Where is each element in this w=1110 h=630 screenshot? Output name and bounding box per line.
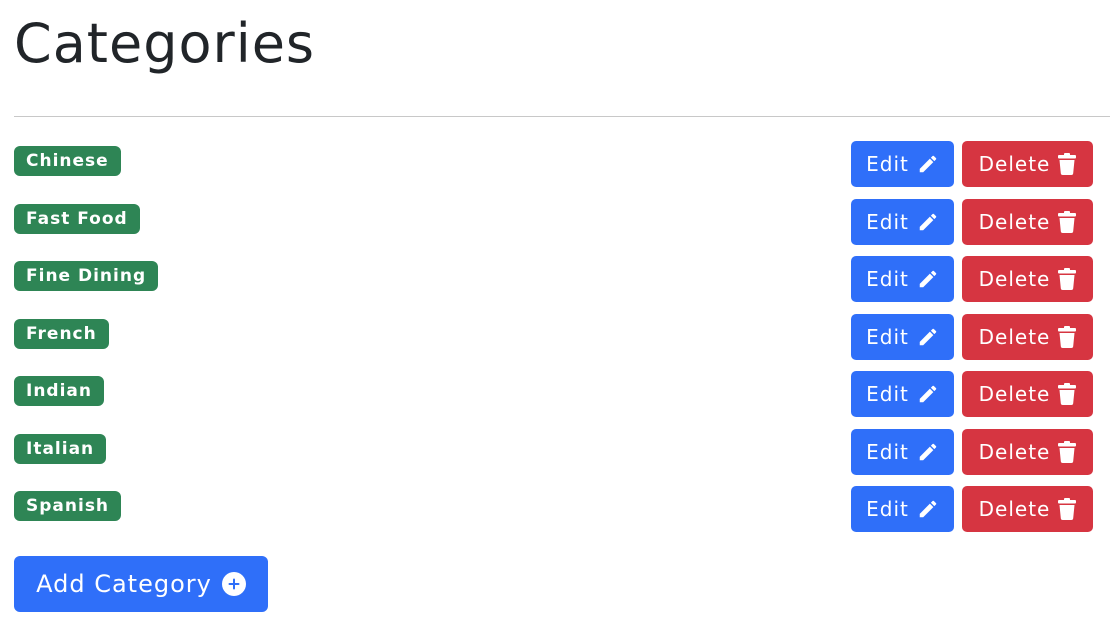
pencil-icon xyxy=(917,268,939,290)
delete-button-label: Delete xyxy=(978,497,1051,521)
row-actions: Edit Delete xyxy=(851,486,1093,532)
delete-button[interactable]: Delete xyxy=(962,371,1093,417)
edit-button-label: Edit xyxy=(866,267,909,291)
trash-icon xyxy=(1058,383,1077,405)
trash-icon xyxy=(1058,325,1077,348)
category-row: Fine Dining Edit Delete xyxy=(14,255,1093,313)
row-actions: Edit Delete xyxy=(851,198,1093,245)
edit-button[interactable]: Edit xyxy=(851,141,954,187)
add-category-button[interactable]: Add Category xyxy=(14,556,268,612)
delete-button[interactable]: Delete xyxy=(962,256,1093,302)
delete-button-label: Delete xyxy=(978,267,1051,291)
delete-button[interactable]: Delete xyxy=(962,486,1093,532)
pencil-icon xyxy=(917,211,939,233)
edit-button[interactable]: Edit xyxy=(851,371,954,417)
category-badge: Chinese xyxy=(14,146,121,176)
category-row: French Edit Delete xyxy=(14,313,1093,371)
row-actions: Edit Delete xyxy=(851,428,1093,475)
delete-button[interactable]: Delete xyxy=(962,141,1093,187)
trash-icon xyxy=(1058,268,1077,290)
edit-button-label: Edit xyxy=(866,209,909,234)
category-badge: Fine Dining xyxy=(14,261,159,291)
category-row: Fast Food Edit Delete xyxy=(14,198,1093,256)
category-row: Chinese Edit Delete xyxy=(14,140,1093,198)
pencil-icon xyxy=(917,383,939,405)
category-badge: Indian xyxy=(14,376,104,406)
category-row: Indian Edit Delete xyxy=(14,370,1093,428)
pencil-icon xyxy=(917,498,939,520)
trash-icon xyxy=(1058,498,1077,520)
edit-button[interactable]: Edit xyxy=(851,428,954,475)
delete-button-label: Delete xyxy=(978,382,1051,406)
trash-icon xyxy=(1058,440,1077,463)
row-actions: Edit Delete xyxy=(851,256,1093,302)
edit-button[interactable]: Edit xyxy=(851,256,954,302)
category-list: Chinese Edit Delete Fast Food Edit Delet… xyxy=(14,140,1093,543)
row-actions: Edit Delete xyxy=(851,141,1093,187)
edit-button-label: Edit xyxy=(866,324,909,349)
category-row: Spanish Edit Delete xyxy=(14,485,1093,543)
delete-button-label: Delete xyxy=(978,209,1051,234)
edit-button-label: Edit xyxy=(866,152,909,176)
edit-button[interactable]: Edit xyxy=(851,198,954,245)
delete-button-label: Delete xyxy=(978,324,1051,349)
edit-button-label: Edit xyxy=(866,382,909,406)
category-badge: Spanish xyxy=(14,491,122,521)
add-category-label: Add Category xyxy=(36,570,212,598)
delete-button[interactable]: Delete xyxy=(962,313,1093,360)
category-badge: French xyxy=(14,318,109,349)
delete-button[interactable]: Delete xyxy=(962,198,1093,245)
page-title: Categories xyxy=(14,12,316,75)
row-actions: Edit Delete xyxy=(851,313,1093,360)
pencil-icon xyxy=(917,441,939,463)
edit-button-label: Edit xyxy=(866,439,909,464)
delete-button-label: Delete xyxy=(978,152,1051,176)
row-actions: Edit Delete xyxy=(851,371,1093,417)
category-badge: Fast Food xyxy=(14,203,140,234)
edit-button[interactable]: Edit xyxy=(851,313,954,360)
pencil-icon xyxy=(917,153,939,175)
category-badge: Italian xyxy=(14,433,107,464)
title-divider xyxy=(14,116,1110,117)
edit-button[interactable]: Edit xyxy=(851,486,954,532)
delete-button-label: Delete xyxy=(978,439,1051,464)
category-row: Italian Edit Delete xyxy=(14,428,1093,486)
trash-icon xyxy=(1058,153,1077,175)
pencil-icon xyxy=(917,326,939,348)
trash-icon xyxy=(1058,210,1077,233)
delete-button[interactable]: Delete xyxy=(962,428,1093,475)
plus-circle-icon xyxy=(221,572,246,596)
edit-button-label: Edit xyxy=(866,497,909,521)
